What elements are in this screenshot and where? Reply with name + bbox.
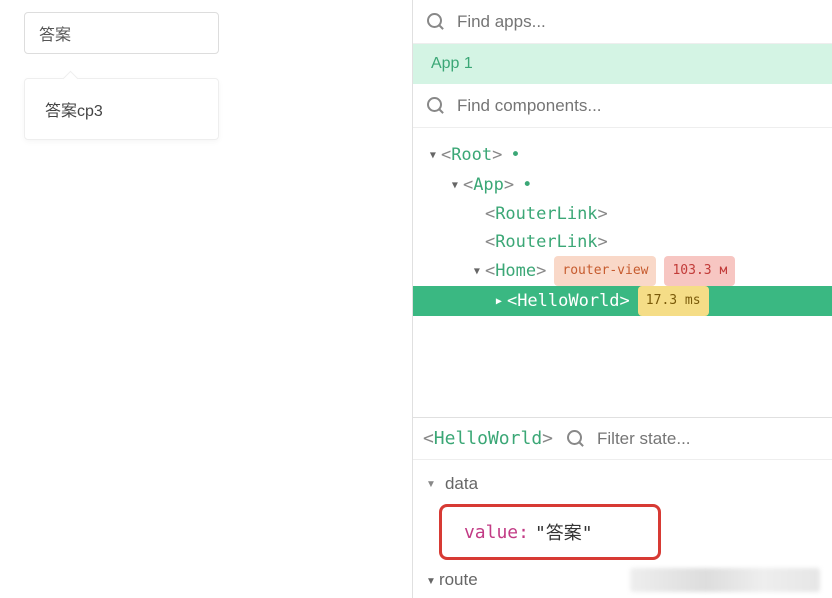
render-time-badge: 17.3 ms [638,286,709,316]
search-icon [427,13,445,31]
component-name: Root [451,141,492,169]
find-apps-input[interactable] [457,12,818,32]
state-body: data value: "答案" route [413,460,832,598]
section-label: data [445,474,478,494]
blurred-content [630,568,820,592]
component-name: App [473,171,504,199]
component-name: RouterLink [495,228,597,256]
filter-state-input[interactable] [597,429,818,449]
router-view-badge: router-view [554,256,656,286]
state-section-data[interactable]: data [425,468,820,500]
component-name: RouterLink [495,200,597,228]
selected-component-label: <HelloWorld> [423,428,553,449]
chevron-down-icon[interactable] [425,478,437,490]
tree-node-root[interactable]: <Root> • [413,140,832,170]
chevron-down-icon[interactable] [449,170,461,200]
tree-node-routerlink[interactable]: <RouterLink> [413,200,832,228]
text-input[interactable] [39,24,204,42]
component-tree: <Root> • <App> • <RouterLink> <RouterLin… [413,128,832,417]
render-time-badge: 103.3 м [664,256,735,286]
component-state-panel: <HelloWorld> data value: "答案" route [413,417,832,598]
state-value: "答案" [535,519,593,545]
chevron-down-icon[interactable] [471,256,483,286]
text-input-wrapper[interactable] [24,12,219,54]
dropdown-option-label: 答案cp3 [45,97,103,121]
search-icon [427,97,445,115]
app-preview-pane: 答案cp3 [0,0,412,598]
find-components-row [413,84,832,128]
active-dot-icon: • [510,141,520,169]
state-section-route[interactable]: route [425,562,820,592]
component-name: HelloWorld [517,287,619,315]
search-icon [567,430,585,448]
chevron-right-icon[interactable] [493,286,505,316]
chevron-down-icon[interactable] [427,140,439,170]
tree-node-home[interactable]: <Home> router-view 103.3 м [413,256,832,286]
component-name: Home [495,257,536,285]
chevron-down-icon[interactable] [425,573,437,587]
tree-node-helloworld[interactable]: <HelloWorld> 17.3 ms [413,286,832,316]
app-selector[interactable]: App 1 [413,44,832,84]
section-label: route [439,570,478,590]
autocomplete-dropdown-item[interactable]: 答案cp3 [24,78,219,140]
find-apps-row [413,0,832,44]
app-label: App 1 [431,55,473,73]
active-dot-icon: • [522,171,532,199]
state-value-highlight: value: "答案" [439,504,661,560]
state-header: <HelloWorld> [413,418,832,460]
vue-devtools-pane: App 1 <Root> • <App> • <RouterLink> <Rou… [412,0,832,598]
find-components-input[interactable] [457,96,818,116]
tree-node-routerlink[interactable]: <RouterLink> [413,228,832,256]
tree-node-app[interactable]: <App> • [413,170,832,200]
state-key: value [464,522,518,543]
